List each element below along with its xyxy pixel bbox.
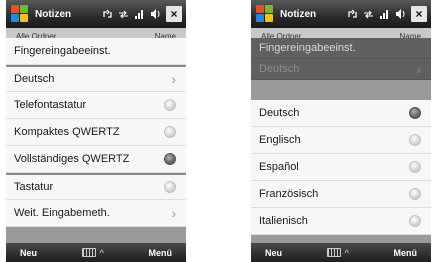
menu-item-label: Deutsch: [259, 107, 300, 119]
start-button[interactable]: [10, 4, 30, 24]
softkey-menu[interactable]: Menü: [149, 248, 173, 258]
arrow-up-icon: ^: [344, 247, 349, 258]
close-button[interactable]: ×: [411, 6, 427, 22]
menu-item-label: Fingereingabeeinst.: [259, 42, 356, 54]
menu-item-label: Französisch: [259, 188, 319, 200]
softkey-bar: Neu ^ Menü: [251, 243, 431, 262]
volume-icon[interactable]: [150, 8, 161, 21]
connection-icon[interactable]: [363, 8, 374, 21]
menu-item-phone-keypad[interactable]: Telefontastatur: [6, 92, 186, 119]
keyboard-icon: [326, 248, 341, 257]
menu-item-keyboard[interactable]: Tastatur: [6, 173, 186, 200]
logo-quad: [256, 14, 264, 22]
volume-icon[interactable]: [395, 8, 406, 21]
radio-selected-icon[interactable]: [164, 153, 176, 165]
menu-item-label: Weit. Eingabemeth.: [14, 207, 110, 219]
language-item-englisch[interactable]: Englisch: [251, 127, 431, 154]
menu-item-label: Italienisch: [259, 215, 308, 227]
softkey-menu[interactable]: Menü: [394, 248, 418, 258]
input-menu: Fingereingabeeinst. Deutsch › Telefontas…: [6, 38, 186, 227]
menu-item-label: Tastatur: [14, 181, 54, 193]
softkey-bar: Neu ^ Menü: [6, 243, 186, 262]
menu-item-more-input[interactable]: Weit. Eingabemeth. ›: [6, 200, 186, 227]
logo-quad: [20, 14, 28, 22]
status-tray: ×: [102, 6, 182, 22]
logo-quad: [11, 14, 19, 22]
right-screen: Notizen × Alle Ordner Name Fingereingabe…: [251, 0, 431, 262]
windows-logo-icon: [11, 5, 19, 13]
radio-unselected-icon[interactable]: [409, 134, 421, 146]
menu-item-label: Deutsch: [14, 73, 55, 85]
language-item-franzoesisch[interactable]: Französisch: [251, 181, 431, 208]
connection-icon[interactable]: [118, 8, 129, 21]
title-bar: Notizen ×: [6, 0, 186, 28]
logo-quad: [20, 5, 28, 13]
radio-unselected-icon[interactable]: [409, 188, 421, 200]
keyboard-icon: [81, 248, 96, 257]
logo-quad: [265, 5, 273, 13]
sync-icon[interactable]: [347, 8, 358, 21]
radio-unselected-icon[interactable]: [409, 215, 421, 227]
signal-icon[interactable]: [379, 8, 390, 21]
menu-item-label: Telefontastatur: [14, 99, 87, 111]
menu-item-full-qwertz[interactable]: Vollständiges QWERTZ: [6, 146, 186, 173]
chevron-right-icon: ›: [171, 71, 176, 87]
language-item-deutsch[interactable]: Deutsch: [251, 100, 431, 127]
signal-icon[interactable]: [134, 8, 145, 21]
app-title: Notizen: [35, 8, 72, 20]
logo-quad: [265, 14, 273, 22]
menu-item-finger-input: Fingereingabeeinst.: [251, 38, 431, 59]
arrow-up-icon: ^: [99, 247, 104, 258]
title-bar: Notizen ×: [251, 0, 431, 28]
left-screen: Notizen × Alle Ordner Name Fingereingabe…: [6, 0, 186, 262]
menu-item-finger-input[interactable]: Fingereingabeeinst.: [6, 38, 186, 65]
dimmed-parent-menu: Fingereingabeeinst. Deutsch ›: [251, 38, 431, 80]
menu-item-label: Español: [259, 161, 299, 173]
radio-unselected-icon[interactable]: [409, 161, 421, 173]
app-title: Notizen: [280, 8, 317, 20]
start-button[interactable]: [255, 4, 275, 24]
windows-logo-icon: [256, 5, 264, 13]
radio-selected-icon[interactable]: [409, 107, 421, 119]
radio-unselected-icon[interactable]: [164, 99, 176, 111]
softkey-new[interactable]: Neu: [20, 248, 37, 258]
language-item-italienisch[interactable]: Italienisch: [251, 208, 431, 235]
menu-item-compact-qwertz[interactable]: Kompaktes QWERTZ: [6, 119, 186, 146]
status-tray: ×: [347, 6, 427, 22]
menu-item-label: Englisch: [259, 134, 301, 146]
menu-item-language[interactable]: Deutsch ›: [6, 65, 186, 92]
chevron-right-icon: ›: [171, 205, 176, 221]
menu-item-label: Fingereingabeeinst.: [14, 45, 111, 57]
menu-item-label: Deutsch: [259, 63, 300, 75]
radio-unselected-icon[interactable]: [164, 126, 176, 138]
language-submenu: Deutsch Englisch Español Französisch Ita…: [251, 100, 431, 235]
menu-item-language: Deutsch ›: [251, 59, 431, 80]
input-panel-button[interactable]: ^: [326, 247, 349, 258]
menu-item-label: Kompaktes QWERTZ: [14, 126, 120, 138]
radio-unselected-icon[interactable]: [164, 181, 176, 193]
softkey-new[interactable]: Neu: [265, 248, 282, 258]
language-item-espanol[interactable]: Español: [251, 154, 431, 181]
close-button[interactable]: ×: [166, 6, 182, 22]
sync-icon[interactable]: [102, 8, 113, 21]
input-panel-button[interactable]: ^: [81, 247, 104, 258]
chevron-right-icon: ›: [416, 61, 421, 77]
menu-item-label: Vollständiges QWERTZ: [14, 153, 130, 165]
